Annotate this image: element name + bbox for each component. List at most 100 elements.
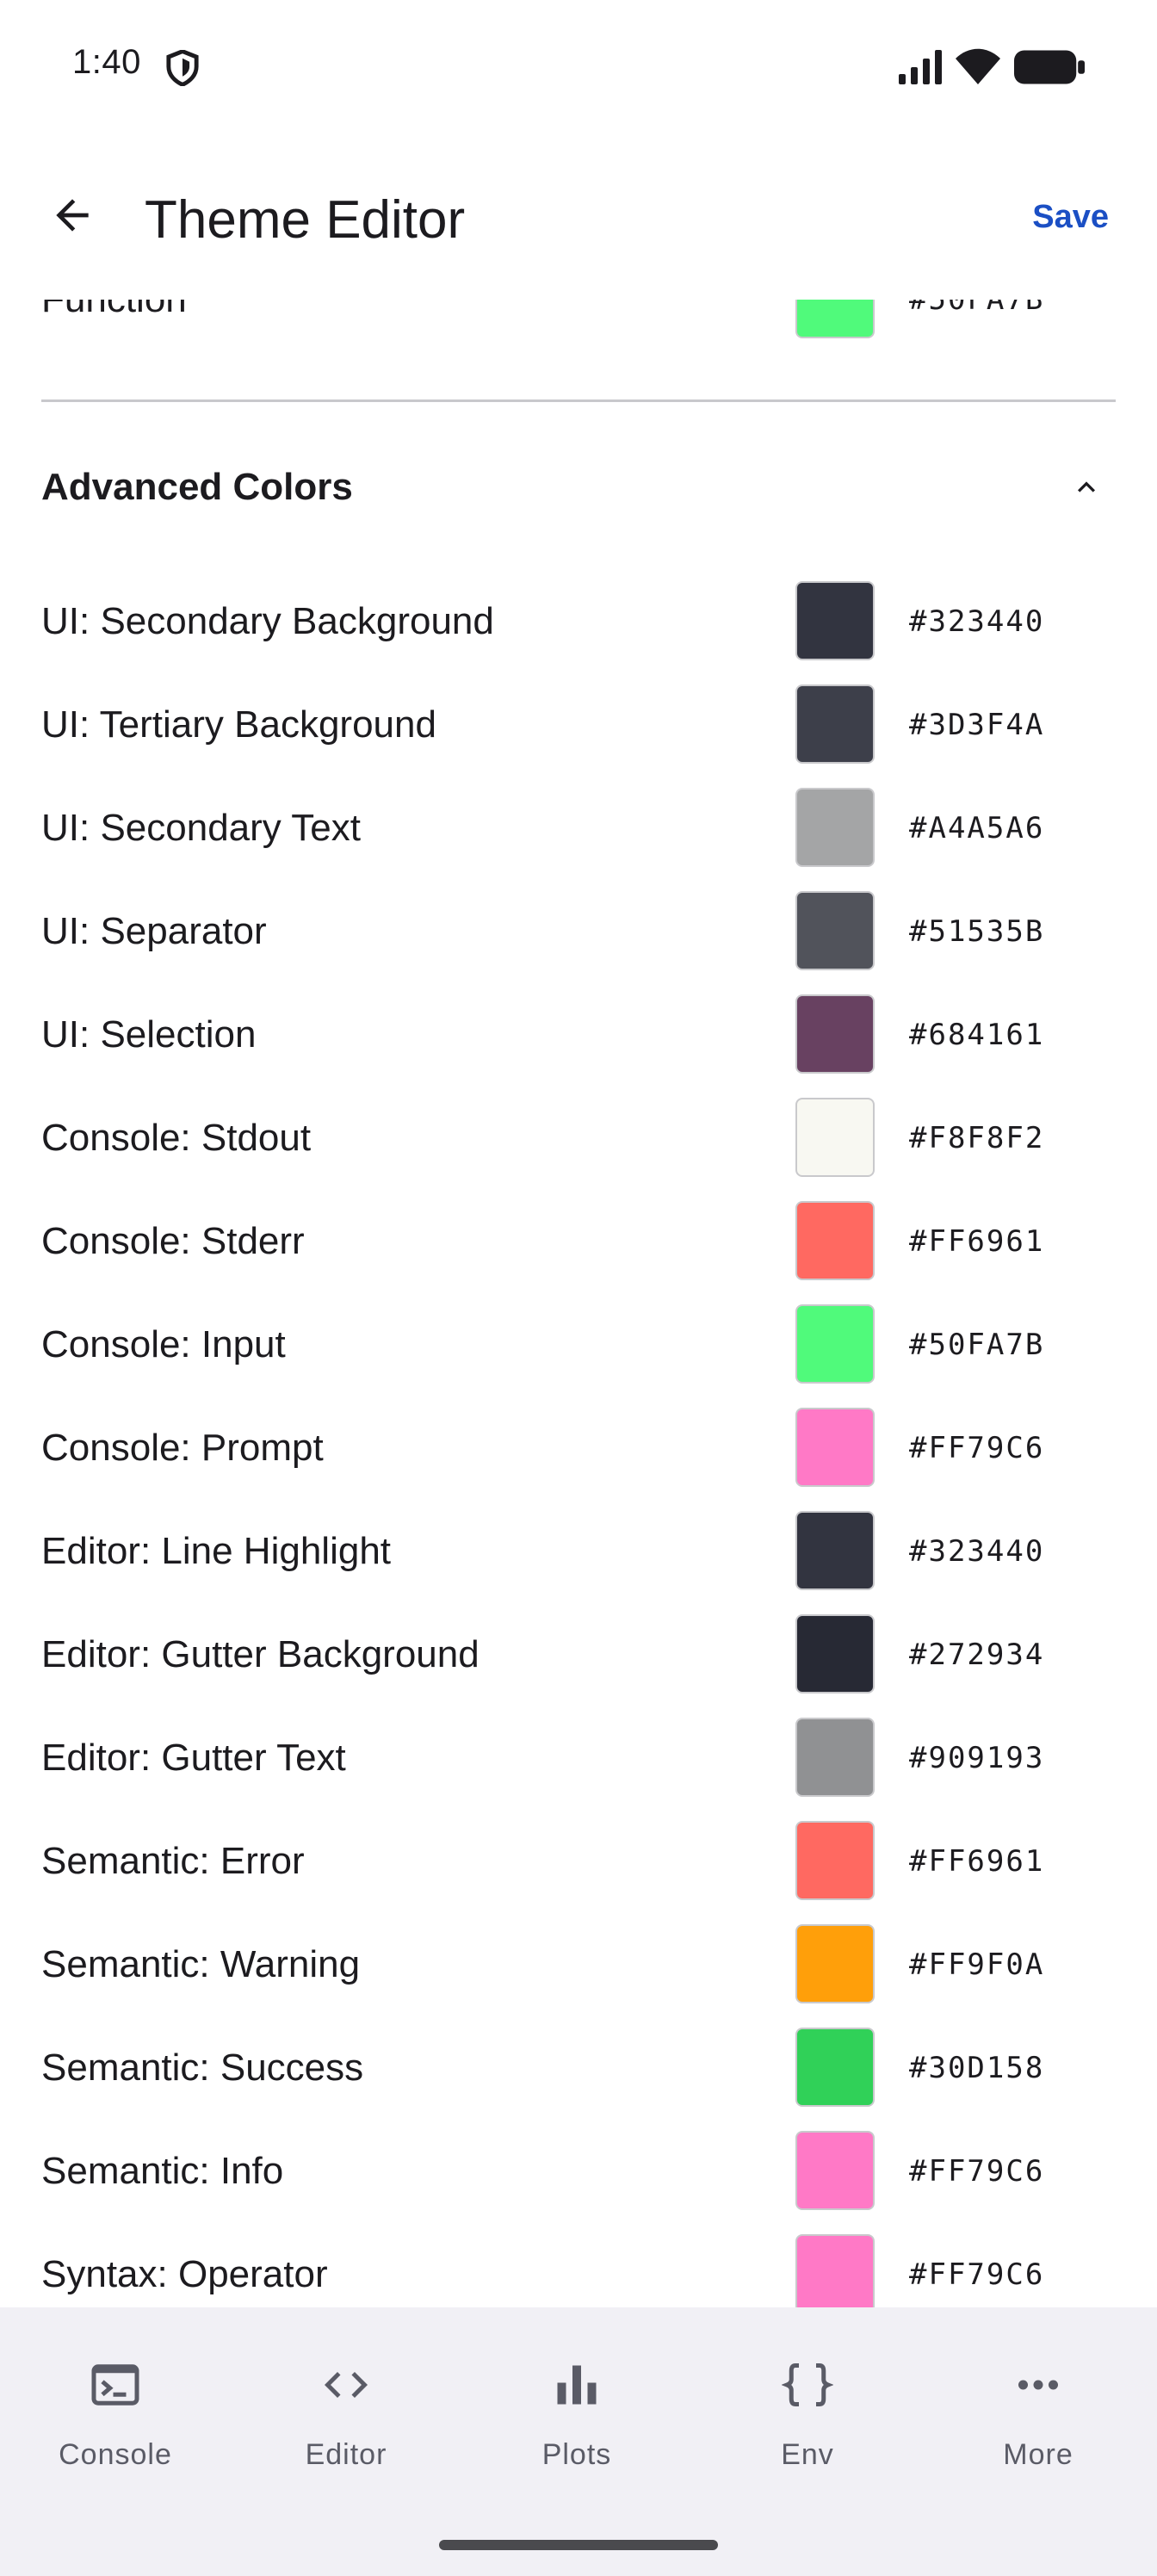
color-swatch[interactable] (795, 891, 875, 970)
color-hex-value[interactable]: #272934 (909, 1603, 1044, 1706)
color-swatch[interactable] (795, 788, 875, 867)
color-hex-value[interactable]: #30D158 (909, 2016, 1044, 2120)
color-row-label: Semantic: Success (41, 2047, 364, 2089)
color-row-semantic-info[interactable]: Semantic: Info #FF79C6 (0, 2120, 1157, 2223)
color-row-label: Semantic: Error (41, 1840, 305, 1882)
color-row-console-stdout[interactable]: Console: Stdout #F8F8F2 (0, 1087, 1157, 1190)
color-swatch[interactable] (795, 1408, 875, 1487)
color-swatch[interactable] (795, 2234, 875, 2307)
bar-chart-icon (557, 2365, 597, 2405)
color-swatch[interactable] (795, 994, 875, 1074)
nav-label: Plots (541, 2438, 612, 2471)
color-swatch[interactable] (795, 684, 875, 764)
advanced-colors-header[interactable]: Advanced Colors (0, 444, 1157, 530)
color-hex-value[interactable]: #51535B (909, 880, 1044, 983)
color-hex-value[interactable]: #F8F8F2 (909, 1087, 1044, 1190)
color-row-label: Semantic: Info (41, 2150, 284, 2192)
code-icon (325, 2372, 368, 2398)
color-row-label: UI: Selection (41, 1013, 257, 1056)
color-swatch[interactable] (795, 2028, 875, 2107)
color-hex-value[interactable]: #FF6961 (909, 1190, 1044, 1293)
section-divider (41, 399, 1116, 402)
color-hex-value[interactable]: #FF79C6 (909, 1396, 1044, 1500)
nav-label: Env (781, 2438, 834, 2471)
color-hex-value[interactable]: #909193 (909, 1706, 1044, 1810)
color-hex-value[interactable]: #50FA7B (909, 300, 1044, 351)
color-hex-value[interactable]: #323440 (909, 570, 1044, 673)
bottom-navigation: Console Editor Plots Env More (0, 2307, 1157, 2576)
color-swatch[interactable] (795, 1718, 875, 1797)
home-indicator[interactable] (439, 2540, 718, 2550)
color-row-semantic-error[interactable]: Semantic: Error #FF6961 (0, 1810, 1157, 1913)
color-row-label: UI: Secondary Text (41, 807, 361, 849)
battery-icon (1014, 50, 1085, 84)
color-hex-value[interactable]: #FF9F0A (909, 1913, 1044, 2016)
color-row-label: Console: Input (41, 1323, 286, 1365)
color-row-syntax-operator[interactable]: Syntax: Operator #FF79C6 (0, 2223, 1157, 2307)
color-swatch[interactable] (795, 1304, 875, 1384)
nav-item-env[interactable]: Env (692, 2307, 923, 2505)
nav-item-editor[interactable]: Editor (231, 2307, 461, 2505)
nav-item-console[interactable]: Console (0, 2307, 231, 2505)
color-row-console-prompt[interactable]: Console: Prompt #FF79C6 (0, 1396, 1157, 1500)
nav-label: More (1003, 2438, 1073, 2471)
color-row-label: UI: Tertiary Background (41, 703, 436, 746)
theme-editor-screen: 1:40 Theme Editor Save #50FA7B Advanced … (0, 0, 1157, 2576)
braces-icon (782, 2363, 833, 2406)
back-button[interactable] (38, 181, 107, 250)
status-time: 1:40 (72, 43, 141, 81)
color-list[interactable]: Function #50FA7B Advanced Colors UI: Sec… (0, 300, 1157, 2307)
color-hex-value[interactable]: #FF79C6 (909, 2120, 1044, 2223)
status-bar: 1:40 (0, 0, 1157, 138)
color-row-label: Console: Prompt (41, 1427, 324, 1469)
color-row-label: Editor: Line Highlight (41, 1530, 392, 1572)
color-row-label: Semantic: Warning (41, 1943, 361, 1985)
color-hex-value[interactable]: #FF79C6 (909, 2223, 1044, 2307)
top-app-bar: Theme Editor Save (0, 138, 1157, 300)
color-swatch[interactable] (795, 1098, 875, 1177)
color-row-console-input[interactable]: Console: Input #50FA7B (0, 1293, 1157, 1396)
color-row-label: Editor: Gutter Text (41, 1737, 346, 1779)
color-swatch[interactable] (795, 2131, 875, 2210)
color-swatch[interactable] (795, 1614, 875, 1694)
color-row-label: UI: Secondary Background (41, 600, 494, 642)
color-hex-value[interactable]: #50FA7B (909, 1293, 1044, 1396)
color-swatch[interactable] (795, 1511, 875, 1590)
nav-label: Console (59, 2438, 172, 2471)
color-hex-value[interactable]: #A4A5A6 (909, 777, 1044, 880)
color-row-ui-selection[interactable]: UI: Selection #684161 (0, 983, 1157, 1087)
color-row-console-stderr[interactable]: Console: Stderr #FF6961 (0, 1190, 1157, 1293)
color-swatch[interactable] (795, 1201, 875, 1280)
color-row-label: Syntax: Operator (41, 2253, 328, 2295)
nav-item-plots[interactable]: Plots (461, 2307, 692, 2505)
color-swatch[interactable] (795, 1924, 875, 2003)
console-icon (91, 2364, 139, 2406)
color-hex-value[interactable]: #684161 (909, 983, 1044, 1087)
nav-item-more[interactable]: More (923, 2307, 1154, 2505)
color-row-ui-separator[interactable]: UI: Separator #51535B (0, 880, 1157, 983)
color-row-ui-secondary-background[interactable]: UI: Secondary Background #323440 (0, 570, 1157, 673)
color-row-ui-tertiary-background[interactable]: UI: Tertiary Background #3D3F4A (0, 673, 1157, 777)
color-row-label: UI: Separator (41, 910, 267, 952)
section-title: Advanced Colors (41, 466, 353, 508)
wifi-icon (956, 48, 1000, 84)
arrow-back-icon (56, 199, 89, 232)
color-row-editor-line-highlight[interactable]: Editor: Line Highlight #323440 (0, 1500, 1157, 1603)
color-row-editor-gutter-text[interactable]: Editor: Gutter Text #909193 (0, 1706, 1157, 1810)
more-horiz-icon (1018, 2380, 1058, 2390)
color-row-semantic-success[interactable]: Semantic: Success #30D158 (0, 2016, 1157, 2120)
color-row-ui-secondary-text[interactable]: UI: Secondary Text #A4A5A6 (0, 777, 1157, 880)
color-hex-value[interactable]: #3D3F4A (909, 673, 1044, 777)
color-row-semantic-warning[interactable]: Semantic: Warning #FF9F0A (0, 1913, 1157, 2016)
color-row-label: Console: Stderr (41, 1220, 305, 1262)
color-swatch[interactable] (795, 1821, 875, 1900)
nav-label: Editor (305, 2438, 387, 2471)
color-swatch[interactable] (795, 300, 875, 338)
color-row-editor-gutter-background[interactable]: Editor: Gutter Background #272934 (0, 1603, 1157, 1706)
color-swatch[interactable] (795, 581, 875, 660)
color-hex-value[interactable]: #323440 (909, 1500, 1044, 1603)
save-button[interactable]: Save (1032, 196, 1109, 238)
color-row-label: Editor: Gutter Background (41, 1633, 480, 1675)
color-hex-value[interactable]: #FF6961 (909, 1810, 1044, 1913)
color-row-function[interactable]: Function #50FA7B (0, 300, 1157, 402)
